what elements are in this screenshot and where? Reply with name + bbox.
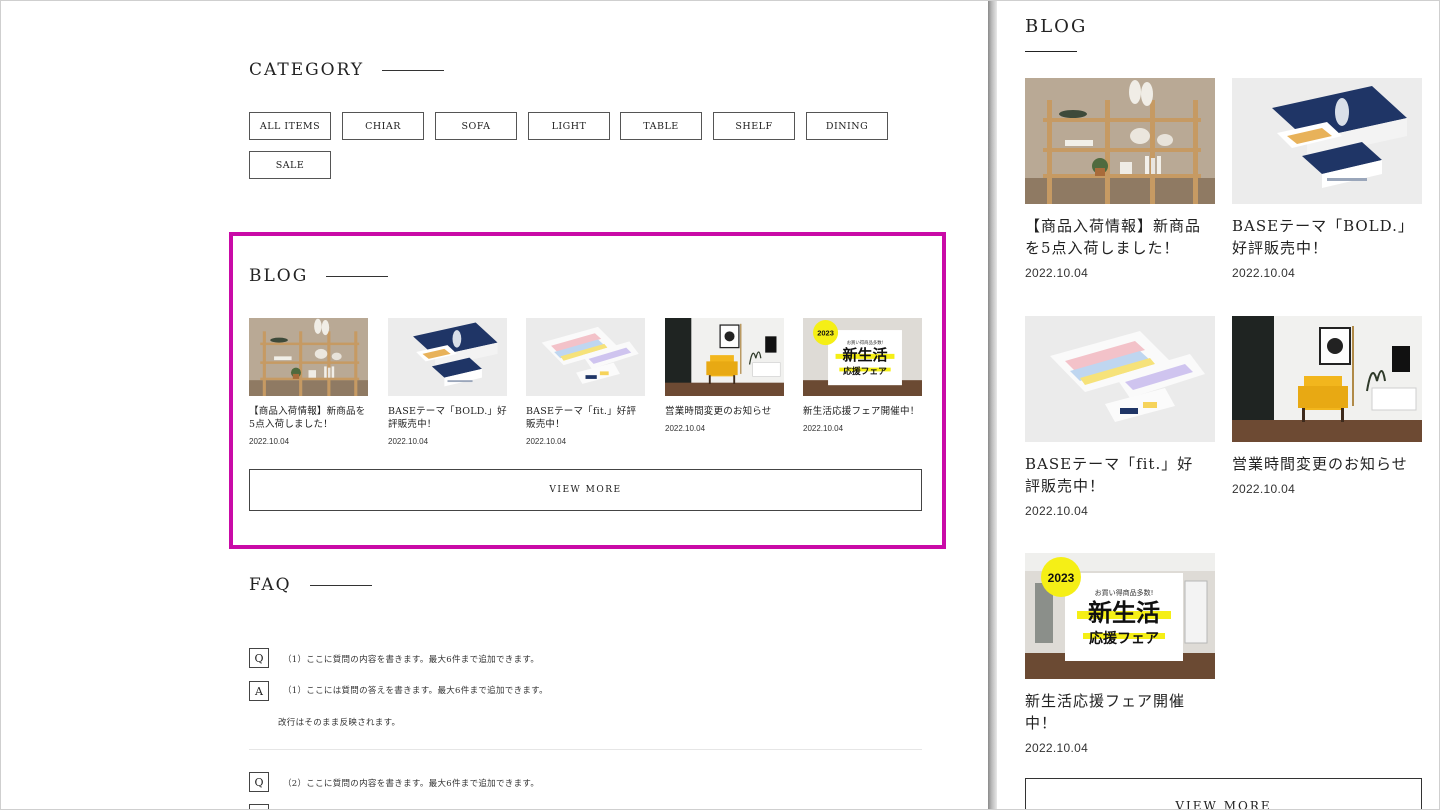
blog-panel-title: BLOG xyxy=(1025,16,1088,37)
answer-marker: A xyxy=(249,681,269,701)
blog-panel-card[interactable]: BASEテーマ「BOLD.」 好評販売中！ 2022.10.04 xyxy=(1232,78,1422,280)
blog-panel-card-date: 2022.10.04 xyxy=(1025,266,1089,280)
blog-title: BLOG xyxy=(249,266,309,286)
title-underline xyxy=(309,584,372,586)
blog-panel-card-date: 2022.10.04 xyxy=(1232,482,1296,496)
blog-thumbnail-yellow-chair[interactable] xyxy=(665,318,784,396)
blog-panel-card-date: 2022.10.04 xyxy=(1232,266,1296,280)
faq-answer: （1）ここには質問の答えを書きます。最大6件まで追加できます。 xyxy=(283,686,548,696)
blog-panel-card[interactable]: 営業時間変更のお知らせ 2022.10.04 xyxy=(1232,316,1422,496)
blog-panel-card-title[interactable]: BASEテーマ「fit.」好 評販売中！ xyxy=(1025,453,1215,497)
blog-panel-card[interactable]: 2023 お買い得商品多数! 新生活 応援フェア 新生活応援フェア開催 中！ 20… xyxy=(1025,553,1215,755)
blog-panel-card-title[interactable]: BASEテーマ「BOLD.」 好評販売中！ xyxy=(1232,215,1422,259)
blog-panel: BLOG 【商品入荷情報】新商品 を5点入荷しました！ 2022.10.04 BA… xyxy=(997,0,1440,810)
blog-thumbnail-yellow-chair[interactable] xyxy=(1232,316,1422,442)
svg-text:応援フェア: 応援フェア xyxy=(843,365,887,377)
blog-card-date: 2022.10.04 xyxy=(388,437,429,446)
blog-thumbnail-fit-mockup[interactable] xyxy=(526,318,645,396)
blog-panel-card[interactable]: 【商品入荷情報】新商品 を5点入荷しました！ 2022.10.04 xyxy=(1025,78,1215,280)
blog-thumbnail-shelf[interactable] xyxy=(1025,78,1215,204)
faq-question[interactable]: （2）ここに質問の内容を書きます。最大6件まで追加できます。 xyxy=(283,777,539,789)
blog-card-title[interactable]: 新生活応援フェア開催中！ xyxy=(803,405,922,418)
blog-card-title[interactable]: BASEテーマ「BOLD.」好評販売中！ xyxy=(388,405,507,431)
question-marker: Q xyxy=(249,772,269,792)
category-chip-shelf[interactable]: SHELF xyxy=(713,112,795,140)
category-chip-chiar[interactable]: CHIAR xyxy=(342,112,424,140)
title-underline xyxy=(1025,51,1077,52)
blog-thumbnail-bold-mockup[interactable] xyxy=(1232,78,1422,204)
blog-card-title[interactable]: BASEテーマ「fit.」好評販売中！ xyxy=(526,405,645,431)
blog-panel-card-date: 2022.10.04 xyxy=(1025,741,1089,755)
title-underline xyxy=(382,69,445,71)
svg-text:新生活: 新生活 xyxy=(1088,599,1160,627)
svg-text:お買い得商品多数!: お買い得商品多数! xyxy=(1095,588,1154,597)
blog-card[interactable]: 営業時間変更のお知らせ 2022.10.04 xyxy=(665,318,784,433)
category-chip-sofa[interactable]: SOFA xyxy=(435,112,517,140)
main-page: CATEGORY ALL ITEMS CHIAR SOFA LIGHT TABL… xyxy=(0,0,990,810)
blog-panel-card-title[interactable]: 営業時間変更のお知らせ xyxy=(1232,453,1422,475)
category-chip-sale[interactable]: SALE xyxy=(249,151,331,179)
blog-thumbnail-fair-banner[interactable]: 2023 お買い得商品多数! 新生活 応援フェア xyxy=(803,318,922,396)
svg-text:新生活: 新生活 xyxy=(842,346,887,364)
blog-panel-card-title[interactable]: 新生活応援フェア開催 中！ xyxy=(1025,690,1215,734)
title-underline xyxy=(326,275,389,277)
blog-card-title[interactable]: 【商品入荷情報】新商品を5点入荷しました！ xyxy=(249,405,368,431)
faq-heading: FAQ xyxy=(249,575,372,595)
blog-card[interactable]: BASEテーマ「BOLD.」好評販売中！ 2022.10.04 xyxy=(388,318,507,446)
faq-answer-line2: 改行はそのまま反映されます。 xyxy=(278,718,401,728)
category-heading: CATEGORY xyxy=(249,60,445,80)
svg-text:2023: 2023 xyxy=(817,329,834,338)
blog-thumbnail-bold-mockup[interactable] xyxy=(388,318,507,396)
blog-panel-card[interactable]: BASEテーマ「fit.」好 評販売中！ 2022.10.04 xyxy=(1025,316,1215,518)
blog-card-date: 2022.10.04 xyxy=(249,437,290,446)
category-chip-table[interactable]: TABLE xyxy=(620,112,702,140)
blog-panel-card-date: 2022.10.04 xyxy=(1025,504,1089,518)
blog-card[interactable]: 【商品入荷情報】新商品を5点入荷しました！ 2022.10.04 xyxy=(249,318,368,446)
question-marker: Q xyxy=(249,648,269,668)
answer-marker xyxy=(249,804,269,810)
category-chip-all-items[interactable]: ALL ITEMS xyxy=(249,112,331,140)
category-chip-dining[interactable]: DINING xyxy=(806,112,888,140)
faq-title: FAQ xyxy=(249,575,292,595)
faq-divider xyxy=(249,749,922,750)
category-chip-light[interactable]: LIGHT xyxy=(528,112,610,140)
blog-card-date: 2022.10.04 xyxy=(665,424,706,433)
blog-heading: BLOG xyxy=(249,266,389,286)
panel-divider xyxy=(988,0,997,810)
category-title: CATEGORY xyxy=(249,60,365,80)
blog-thumbnail-fit-mockup[interactable] xyxy=(1025,316,1215,442)
svg-text:応援フェア: 応援フェア xyxy=(1089,630,1159,647)
blog-card[interactable]: BASEテーマ「fit.」好評販売中！ 2022.10.04 xyxy=(526,318,645,446)
blog-thumbnail-fair-banner[interactable]: 2023 お買い得商品多数! 新生活 応援フェア xyxy=(1025,553,1215,679)
view-more-button[interactable]: VIEW MORE xyxy=(249,469,922,511)
svg-text:2023: 2023 xyxy=(1048,571,1075,585)
blog-card[interactable]: 2023 お買い得商品多数! 新生活 応援フェア 新生活応援フェア開催中！ 20… xyxy=(803,318,922,433)
blog-thumbnail-shelf[interactable] xyxy=(249,318,368,396)
blog-card-date: 2022.10.04 xyxy=(803,424,844,433)
blog-card-date: 2022.10.04 xyxy=(526,437,567,446)
blog-card-title[interactable]: 営業時間変更のお知らせ xyxy=(665,405,784,418)
blog-panel-card-title[interactable]: 【商品入荷情報】新商品 を5点入荷しました！ xyxy=(1025,215,1215,259)
view-more-button[interactable]: VIEW MORE xyxy=(1025,778,1422,810)
faq-question[interactable]: （1）ここに質問の内容を書きます。最大6件まで追加できます。 xyxy=(283,653,539,665)
